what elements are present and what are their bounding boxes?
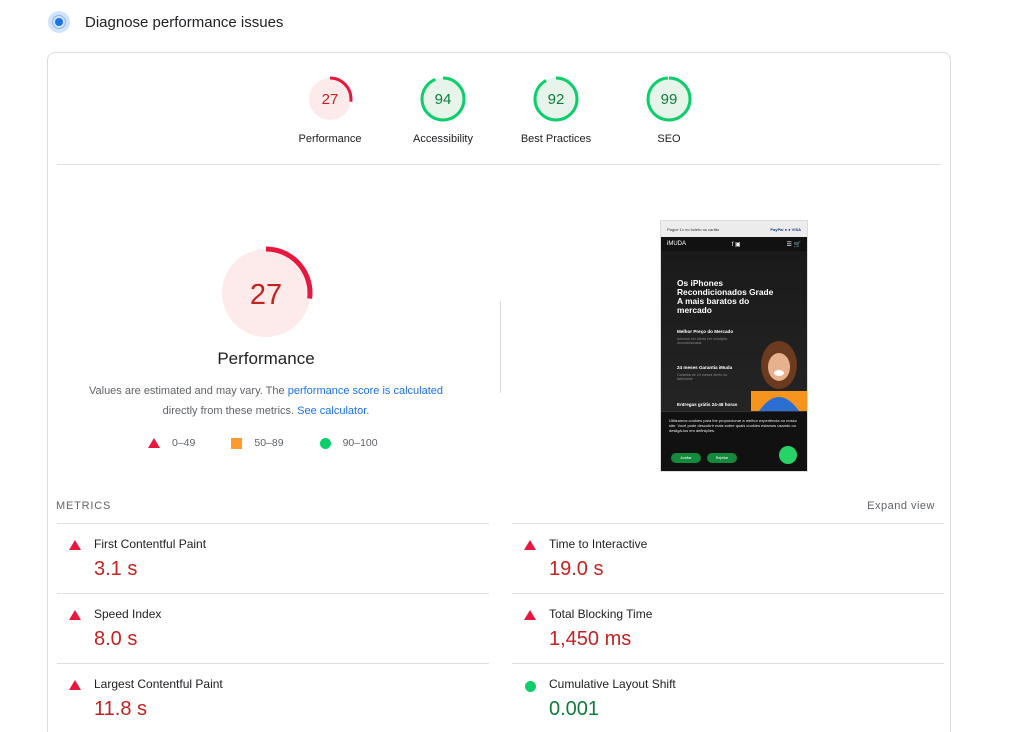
cookie-text: Utilizamos cookies para lhe proporcionar… xyxy=(669,418,797,433)
desc-text-2: directly from these metrics. xyxy=(162,405,298,417)
gauge-label-performance: Performance xyxy=(298,133,362,145)
vertical-divider xyxy=(500,301,501,393)
cookie-reject-button: Rejeitar xyxy=(707,453,737,463)
whatsapp-icon xyxy=(779,446,797,464)
screenshot-headline: Os iPhones Recondicionados Grade A mais … xyxy=(677,278,774,315)
metric-label: Speed Index xyxy=(94,607,162,621)
expand-view-toggle[interactable]: Expand view xyxy=(867,500,935,512)
performance-title: Performance xyxy=(217,349,315,368)
section-divider xyxy=(57,164,941,165)
performance-gauge-ring: 27 xyxy=(219,246,313,340)
poor-triangle-icon xyxy=(69,610,81,620)
metric-value: 8.0 s xyxy=(94,628,138,650)
lighthouse-icon xyxy=(48,11,70,33)
screenshot-topbar-text: Pague 1x no boleto ou cartão xyxy=(667,226,720,232)
social-icons: f ▣ xyxy=(731,241,741,248)
metric-first-contentful-paint: First Contentful Paint 3.1 s xyxy=(57,523,489,593)
legend-range-average: 50–89 xyxy=(254,437,284,449)
metric-label: First Contentful Paint xyxy=(94,537,207,551)
gauge-ring-best-practices: 92 xyxy=(533,76,579,122)
metric-label: Largest Contentful Paint xyxy=(94,677,223,691)
screenshot-feature-1-sub: Iphones em oferta em condição recondicio… xyxy=(677,337,728,345)
report-card: 27 Performance 94 Accessibility 92 Best … xyxy=(47,52,951,732)
section-header: Diagnose performance issues xyxy=(48,10,283,34)
screenshot-feature-1: Melhor Preço do Mercado xyxy=(677,329,734,334)
screenshot-topbar: Pague 1x no boleto ou cartão PayPal ● ● … xyxy=(661,221,807,237)
gauge-ring-performance: 27 xyxy=(307,76,353,122)
gauge-label-seo: SEO xyxy=(657,133,681,145)
legend-range-good: 90–100 xyxy=(342,437,378,449)
metric-value: 3.1 s xyxy=(94,558,138,580)
payment-logos: PayPal ● ● VISA xyxy=(770,226,801,232)
good-circle-icon xyxy=(525,681,536,692)
metric-time-to-interactive: Time to Interactive 19.0 s xyxy=(512,523,944,593)
metric-total-blocking-time: Total Blocking Time 1,450 ms xyxy=(512,593,944,663)
metric-cumulative-layout-shift: Cumulative Layout Shift 0.001 xyxy=(512,663,944,732)
gauge-score-best-practices: 92 xyxy=(548,91,565,108)
see-calculator-link[interactable]: See calculator. xyxy=(297,405,369,417)
screenshot-feature-2: 24 meses Garantia iMuda xyxy=(677,365,733,370)
poor-triangle-icon xyxy=(524,610,536,620)
legend-item-average: 50–89 xyxy=(231,437,284,449)
screenshot-feature-3: Entregas grátis 24-48 horas xyxy=(677,402,738,407)
metric-label: Total Blocking Time xyxy=(549,607,653,621)
metric-value: 19.0 s xyxy=(549,558,604,580)
gauge-ring-accessibility: 94 xyxy=(420,76,466,122)
screenshot-feature-2-sub: Garantia de 24 meses direto do fabricant… xyxy=(677,373,728,381)
metric-value: 0.001 xyxy=(549,698,600,720)
metric-speed-index: Speed Index 8.0 s xyxy=(57,593,489,663)
metric-label: Cumulative Layout Shift xyxy=(549,677,676,691)
section-title: Diagnose performance issues xyxy=(85,13,284,31)
legend-item-poor: 0–49 xyxy=(148,437,195,449)
gauge-seo[interactable]: 99 SEO xyxy=(619,75,719,145)
gauge-accessibility[interactable]: 94 Accessibility xyxy=(393,75,493,145)
legend-range-poor: 0–49 xyxy=(172,437,196,449)
legend-item-good: 90–100 xyxy=(319,437,378,449)
poor-triangle-icon xyxy=(524,540,536,550)
screenshot-cookie-banner: Utilizamos cookies para lhe proporcionar… xyxy=(661,411,807,471)
page-screenshot: Pague 1x no boleto ou cartão PayPal ● ● … xyxy=(660,220,808,472)
screenshot-hero: Os iPhones Recondicionados Grade A mais … xyxy=(661,251,807,411)
gauge-label-best-practices: Best Practices xyxy=(520,133,592,145)
metric-label: Time to Interactive xyxy=(549,537,648,551)
gauge-performance[interactable]: 27 Performance xyxy=(280,75,380,145)
metric-value: 1,450 ms xyxy=(549,628,632,650)
gauge-label-accessibility: Accessibility xyxy=(413,133,473,145)
category-gauges: 27 Performance 94 Accessibility 92 Best … xyxy=(48,53,950,165)
poor-triangle-icon xyxy=(69,540,81,550)
triangle-icon xyxy=(148,438,160,448)
desc-text-1: Values are estimated and may vary. The xyxy=(88,385,288,397)
gauge-ring-seo: 99 xyxy=(646,76,692,122)
performance-score: 27 xyxy=(250,279,282,311)
metric-value: 11.8 s xyxy=(94,698,147,720)
person-image xyxy=(751,341,807,411)
performance-gauge: 27 xyxy=(218,245,314,341)
score-legend: 0–49 50–89 90–100 xyxy=(148,437,414,449)
performance-description: Values are estimated and may vary. The p… xyxy=(76,381,456,421)
metric-largest-contentful-paint: Largest Contentful Paint 11.8 s xyxy=(57,663,489,732)
menu-cart-icons: ☰ 🛒 xyxy=(786,241,801,248)
cookie-accept-button: Aceitar xyxy=(671,453,701,463)
metrics-heading: METRICS xyxy=(56,500,112,512)
poor-triangle-icon xyxy=(69,680,81,690)
circle-icon xyxy=(319,437,331,449)
gauge-best-practices[interactable]: 92 Best Practices xyxy=(506,75,606,145)
gauge-score-performance: 27 xyxy=(322,91,339,108)
screenshot-nav: iMUDA f ▣ ☰ 🛒 xyxy=(661,237,807,251)
score-calculated-link[interactable]: performance score is calculated xyxy=(288,385,443,397)
square-icon xyxy=(231,437,243,449)
screenshot-brand: iMUDA xyxy=(667,241,686,247)
gauge-score-accessibility: 94 xyxy=(435,91,452,108)
gauge-score-seo: 99 xyxy=(661,91,678,108)
